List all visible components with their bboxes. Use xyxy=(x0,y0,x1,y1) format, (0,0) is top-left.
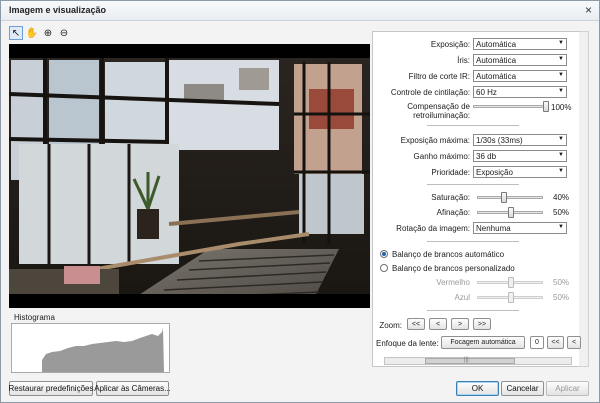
histogram-label: Histograma xyxy=(14,313,55,322)
separator xyxy=(427,241,519,242)
zoom-far-in-button[interactable]: >> xyxy=(473,318,491,330)
image-rotation-label: Rotação da imagem: xyxy=(396,224,470,233)
chevron-down-icon: ▼ xyxy=(558,88,564,94)
exposure-value: Automática xyxy=(476,40,517,49)
red-slider-thumb[interactable] xyxy=(508,277,514,288)
priority-select[interactable]: Exposição ▼ xyxy=(473,166,567,178)
sharpening-slider-thumb[interactable] xyxy=(508,207,514,218)
blue-slider-thumb[interactable] xyxy=(508,292,514,303)
separator xyxy=(427,310,519,311)
flicker-control-label: Controle de cintilação: xyxy=(390,88,470,97)
focus-near-button[interactable]: < xyxy=(567,336,581,349)
backlight-label-line1: Compensação de xyxy=(407,102,470,111)
flicker-control-select[interactable]: 60 Hz ▼ xyxy=(473,86,567,98)
saturation-label: Saturação: xyxy=(431,193,470,202)
chevron-down-icon: ▼ xyxy=(558,152,564,158)
exposure-label: Exposição: xyxy=(430,40,470,49)
sharpening-label: Afinação: xyxy=(436,208,470,217)
saturation-slider-thumb[interactable] xyxy=(501,192,507,203)
iris-select[interactable]: Automática ▼ xyxy=(473,54,567,66)
grip-icon: ||| xyxy=(464,357,469,363)
image-rotation-select[interactable]: Nenhuma ▼ xyxy=(473,222,567,234)
max-exposure-select[interactable]: 1/30s (33ms) ▼ xyxy=(473,134,567,146)
focus-value-field[interactable]: 0 xyxy=(530,336,544,349)
backlight-compensation-label: Compensação de retroiluminação: xyxy=(376,102,470,120)
restore-defaults-button[interactable]: Restaurar predefinições xyxy=(9,381,93,396)
zoom-far-out-button[interactable]: << xyxy=(407,318,425,330)
priority-label: Prioridade: xyxy=(431,168,470,177)
chevron-down-icon: ▼ xyxy=(558,72,564,78)
apply-to-cameras-button[interactable]: Aplicar às Câmeras... xyxy=(94,381,171,396)
apply-button[interactable]: Aplicar xyxy=(546,381,589,396)
iris-label: Íris: xyxy=(457,56,470,65)
chevron-down-icon: ▼ xyxy=(558,224,564,230)
backlight-slider-thumb[interactable] xyxy=(543,101,549,112)
saturation-slider-track[interactable] xyxy=(477,196,543,199)
camera-video-preview[interactable] xyxy=(9,44,370,308)
pointer-icon[interactable]: ↖ xyxy=(9,26,23,40)
pan-hand-icon[interactable]: ✋ xyxy=(25,26,39,40)
close-icon[interactable]: × xyxy=(585,3,592,17)
sharpening-value: 50% xyxy=(553,208,570,217)
image-rotation-value: Nenhuma xyxy=(476,224,511,233)
window-title: Imagem e visualização xyxy=(9,5,107,15)
horizontal-scroll-thumb[interactable]: ||| xyxy=(425,357,515,364)
wb-auto-label: Balanço de brancos automático xyxy=(392,250,505,259)
priority-value: Exposição xyxy=(476,168,513,177)
red-label: Vermelho xyxy=(436,278,470,287)
histogram-chart xyxy=(11,323,170,373)
iris-value: Automática xyxy=(476,56,517,65)
focus-far-button[interactable]: << xyxy=(547,336,564,349)
wb-custom-label: Balanço de brancos personalizado xyxy=(392,264,515,273)
lens-focus-label: Enfoque da lente: xyxy=(376,339,439,348)
flicker-control-value: 60 Hz xyxy=(476,88,497,97)
ir-cut-filter-value: Automática xyxy=(476,72,517,81)
wb-auto-radio[interactable] xyxy=(380,250,388,258)
wb-custom-radio[interactable] xyxy=(380,264,388,272)
histogram-graph xyxy=(42,328,164,372)
chevron-down-icon: ▼ xyxy=(558,168,564,174)
panel-horizontal-scrollbar[interactable]: ||| xyxy=(384,357,572,365)
cancel-button[interactable]: Cancelar xyxy=(501,381,544,396)
separator xyxy=(427,125,519,126)
saturation-value: 40% xyxy=(553,193,570,202)
max-exposure-label: Exposição máxima: xyxy=(400,136,470,145)
blue-label: Azul xyxy=(454,293,470,302)
backlight-label-line2: retroiluminação: xyxy=(413,111,470,120)
exposure-select[interactable]: Automática ▼ xyxy=(473,38,567,50)
backlight-value: 100% xyxy=(551,103,572,112)
max-gain-value: 36 db xyxy=(476,152,497,161)
ir-cut-filter-select[interactable]: Automática ▼ xyxy=(473,70,567,82)
chevron-down-icon: ▼ xyxy=(558,136,564,142)
backlight-slider-track[interactable] xyxy=(473,105,549,108)
max-exposure-value: 1/30s (33ms) xyxy=(476,136,523,145)
zoom-in-icon[interactable]: ⊕ xyxy=(41,26,55,40)
zoom-label: Zoom: xyxy=(379,321,402,330)
image-settings-dialog: Imagem e visualização × ↖ ✋ ⊕ ⊖ Histogra… xyxy=(0,0,600,403)
max-gain-label: Ganho máximo: xyxy=(413,152,470,161)
title-bar: Imagem e visualização × xyxy=(1,1,599,21)
chevron-down-icon: ▼ xyxy=(558,56,564,62)
max-gain-select[interactable]: 36 db ▼ xyxy=(473,150,567,162)
zoom-out-icon[interactable]: ⊖ xyxy=(57,26,71,40)
zoom-out-button[interactable]: < xyxy=(429,318,447,330)
blue-value: 50% xyxy=(553,293,570,302)
autofocus-button[interactable]: Focagem automática xyxy=(441,336,525,349)
zoom-in-button[interactable]: > xyxy=(451,318,469,330)
ok-button[interactable]: OK xyxy=(456,381,499,396)
red-value: 50% xyxy=(553,278,570,287)
separator xyxy=(427,184,519,185)
camera-scene-image xyxy=(9,44,370,308)
ir-cut-filter-label: Filtro de corte IR: xyxy=(408,72,470,81)
chevron-down-icon: ▼ xyxy=(558,40,564,46)
settings-panel-scrollbar[interactable] xyxy=(579,31,589,367)
